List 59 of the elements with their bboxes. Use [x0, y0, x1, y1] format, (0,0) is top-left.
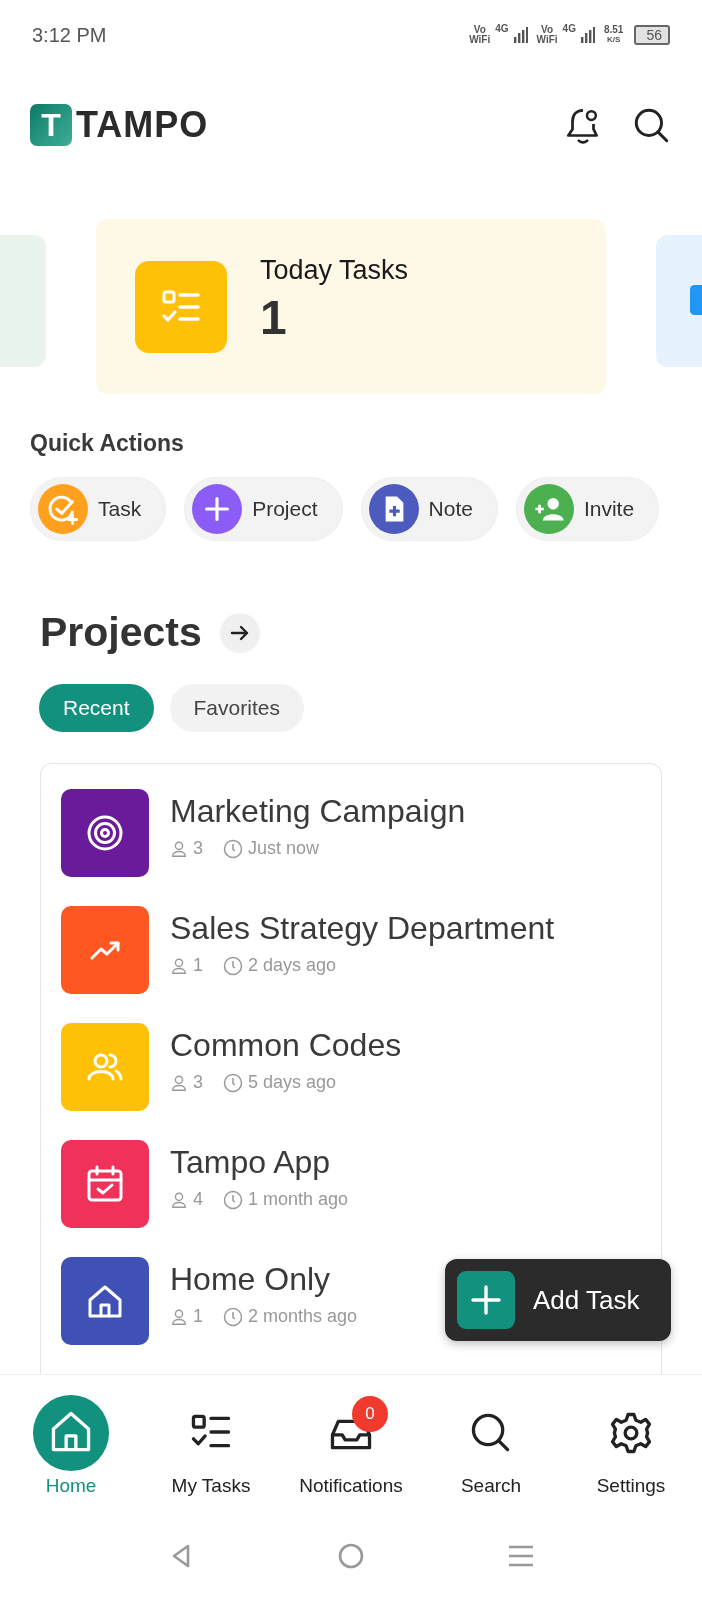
person-icon [170, 1307, 188, 1326]
status-time: 3:12 PM [32, 23, 107, 47]
clock-icon [223, 838, 243, 859]
nav-tab[interactable]: Search [426, 1393, 556, 1497]
task-list-icon [135, 260, 227, 353]
project-name[interactable]: Marketing Campaign [170, 793, 466, 830]
project-name[interactable]: Sales Strategy Department [170, 910, 555, 947]
nav-tab[interactable]: My Tasks [146, 1393, 276, 1497]
updated-time: 2 days ago [248, 955, 337, 976]
clock-icon [223, 955, 243, 976]
nav-tab[interactable]: Settings [566, 1393, 696, 1497]
clock-icon [223, 1072, 243, 1093]
section-title: Projects [40, 609, 202, 656]
quick-action-chip[interactable]: Note [360, 477, 498, 541]
signal-icon [580, 27, 595, 43]
nav-tab[interactable]: Home [6, 1393, 136, 1497]
person-icon [170, 956, 188, 975]
member-count: 4 [193, 1189, 203, 1210]
logo-text: TAMPO [76, 104, 209, 146]
volte-label: Vo WiFi [469, 25, 491, 45]
section-title: Quick Actions [30, 430, 185, 457]
task-count: 1 [260, 289, 288, 345]
updated-time: Just now [248, 838, 320, 859]
quick-action-chip[interactable]: Invite [515, 477, 660, 541]
network-label: 4G [562, 23, 576, 34]
filter-tab[interactable]: Recent [39, 684, 154, 732]
filter-tab[interactable]: Favorites [169, 684, 304, 732]
battery-indicator: 56 [634, 25, 670, 45]
member-count: 1 [193, 955, 203, 976]
member-count: 3 [193, 838, 203, 859]
notification-badge: 0 [352, 1395, 388, 1432]
plus-icon [457, 1271, 515, 1329]
project-name[interactable]: Tampo App [170, 1144, 349, 1181]
home-circle-icon[interactable] [336, 1541, 366, 1571]
arrow-right-icon[interactable] [219, 612, 260, 653]
member-count: 3 [193, 1072, 203, 1093]
network-label: 4G [495, 23, 509, 34]
person-icon [170, 1190, 188, 1209]
nav-tab[interactable]: 0 Notifications [286, 1393, 416, 1497]
person-icon [170, 839, 188, 858]
member-count: 1 [193, 1306, 203, 1327]
quick-action-chip[interactable]: Project [184, 477, 343, 541]
quick-action-chip[interactable]: Task [30, 477, 167, 541]
updated-time: 5 days ago [248, 1072, 337, 1093]
logo-mark: T [30, 104, 72, 146]
add-task-button[interactable]: Add Task [445, 1259, 671, 1341]
net-speed: 8.51 K/S [603, 25, 624, 45]
project-name[interactable]: Common Codes [170, 1027, 402, 1064]
volte-label: Vo WiFi [536, 25, 558, 45]
clock-icon [223, 1306, 243, 1327]
project-name[interactable]: Home Only [170, 1261, 358, 1298]
updated-time: 1 month ago [248, 1189, 349, 1210]
home-icon [32, 1393, 110, 1472]
card-title: Today Tasks [260, 254, 409, 286]
updated-time: 2 months ago [248, 1306, 358, 1327]
summary-card[interactable]: Today Tasks 1 [96, 219, 606, 394]
signal-icon [513, 27, 528, 43]
person-icon [170, 1073, 188, 1092]
clock-icon [223, 1189, 243, 1210]
